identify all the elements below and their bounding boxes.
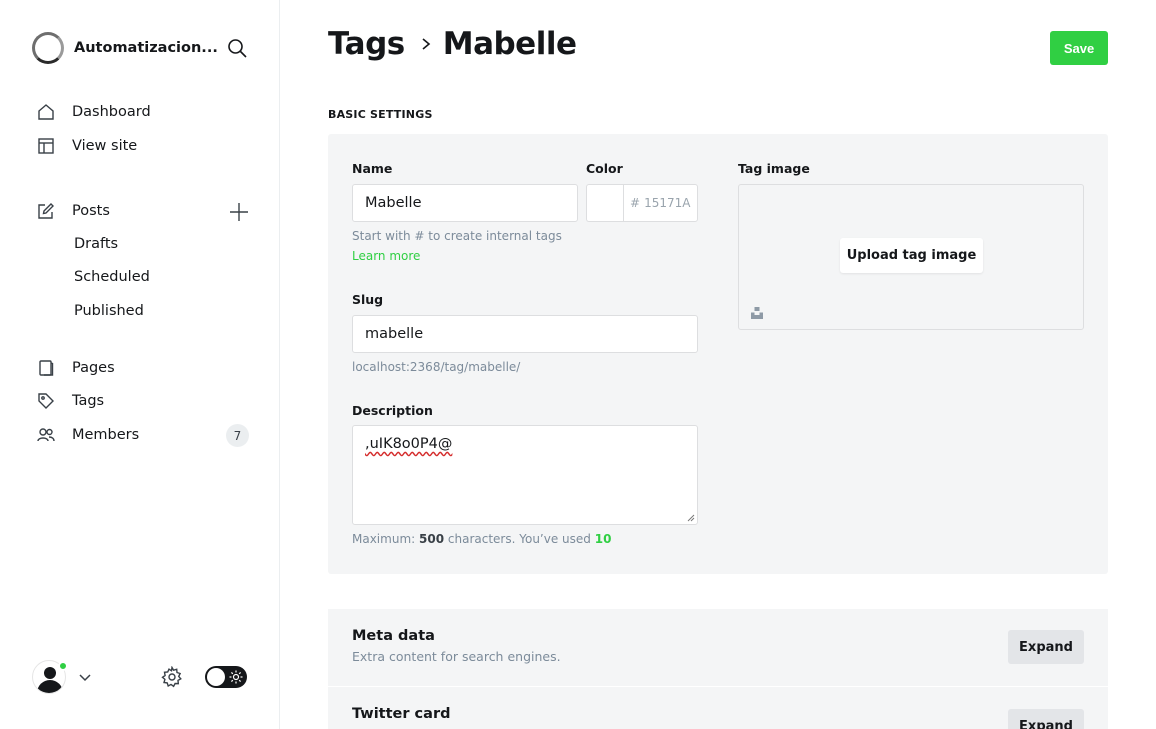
nav-scheduled[interactable]: Scheduled <box>74 269 150 285</box>
nav-tags[interactable]: Tags <box>36 391 104 411</box>
breadcrumb-current: Mabelle <box>442 26 577 62</box>
save-button[interactable]: Save <box>1050 31 1108 65</box>
chevron-down-icon <box>79 674 91 682</box>
desc-hint-max: 500 <box>419 532 445 546</box>
color-input[interactable]: # 15171A <box>623 184 698 222</box>
toggle-knob <box>207 668 225 686</box>
tag-image-dropzone[interactable]: Upload tag image <box>738 184 1084 330</box>
nav-members-label: Members <box>72 427 140 443</box>
name-hint: Start with # to create internal tags <box>352 229 562 243</box>
nav-view-site[interactable]: View site <box>36 136 137 156</box>
nav-pages[interactable]: Pages <box>36 358 115 378</box>
nav-view-site-label: View site <box>72 138 138 154</box>
members-icon <box>36 425 56 445</box>
meta-data-subtitle: Extra content for search engines. <box>352 649 561 664</box>
meta-data-title: Meta data <box>352 628 435 644</box>
nav-posts[interactable]: Posts <box>36 201 110 221</box>
tag-image-label: Tag image <box>738 161 810 176</box>
learn-more-link[interactable]: Learn more <box>352 249 420 263</box>
name-label: Name <box>352 161 393 176</box>
dark-mode-toggle[interactable] <box>205 666 247 688</box>
slug-input[interactable]: mabelle <box>352 315 698 353</box>
page-title: Tags Mabelle <box>328 26 577 62</box>
description-hint: Maximum: 500 characters. You’ve used 10 <box>352 532 611 546</box>
site-brand[interactable]: Automatizacion... <box>32 32 218 64</box>
twitter-card-title: Twitter card <box>352 706 451 722</box>
home-icon <box>36 102 56 122</box>
desc-hint-prefix: Maximum: <box>352 532 416 546</box>
nav-pages-label: Pages <box>72 360 115 376</box>
tag-icon <box>36 391 56 411</box>
color-label: Color <box>586 161 623 176</box>
color-swatch[interactable] <box>586 184 624 222</box>
color-hash: # <box>630 196 641 210</box>
slug-label: Slug <box>352 292 384 307</box>
sun-icon <box>229 670 243 684</box>
edit-icon <box>36 201 56 221</box>
main-content: Tags Mabelle Save BASIC SETTINGS Name Ma… <box>280 0 1156 729</box>
site-name: Automatizacion... <box>74 40 218 56</box>
search-icon[interactable] <box>226 37 248 59</box>
page-icon <box>36 358 56 378</box>
nav-tags-label: Tags <box>72 393 105 409</box>
slug-url-hint: localhost:2368/tag/mabelle/ <box>352 360 521 374</box>
online-status-dot <box>58 661 68 671</box>
description-text: ,uIK8o0P4@ <box>365 436 453 452</box>
layout-icon <box>36 136 56 156</box>
desc-hint-mid: characters. You’ve used <box>447 532 591 546</box>
site-logo <box>32 32 64 64</box>
sidebar: Automatizacion... Dashboard View site Po… <box>0 0 280 729</box>
nav-posts-label: Posts <box>72 203 110 219</box>
twitter-card-card: Twitter card Expand <box>328 687 1108 729</box>
name-input[interactable]: Mabelle <box>352 184 578 222</box>
section-title-basic-settings: BASIC SETTINGS <box>328 108 433 121</box>
gear-icon[interactable] <box>161 666 183 688</box>
breadcrumb-tags[interactable]: Tags <box>328 26 405 62</box>
new-post-plus-icon[interactable] <box>228 201 250 223</box>
desc-hint-used: 10 <box>594 532 612 546</box>
description-textarea[interactable]: ,uIK8o0P4@ <box>352 425 698 525</box>
color-placeholder: 15171A <box>644 196 691 210</box>
description-label: Description <box>352 403 433 418</box>
nav-dashboard[interactable]: Dashboard <box>36 102 151 122</box>
chevron-right-icon <box>422 38 430 50</box>
unsplash-icon[interactable] <box>750 306 764 320</box>
basic-settings-panel: Name Mabelle Start with # to create inte… <box>328 134 1108 574</box>
upload-tag-image-button[interactable]: Upload tag image <box>840 238 983 273</box>
nav-published[interactable]: Published <box>74 303 144 319</box>
meta-data-expand-button[interactable]: Expand <box>1008 630 1084 664</box>
twitter-card-expand-button[interactable]: Expand <box>1008 709 1084 729</box>
members-count-badge: 7 <box>226 424 249 447</box>
nav-drafts[interactable]: Drafts <box>74 236 118 252</box>
resize-handle-icon[interactable] <box>687 514 695 522</box>
meta-data-card: Meta data Extra content for search engin… <box>328 609 1108 686</box>
nav-dashboard-label: Dashboard <box>72 104 151 120</box>
nav-members[interactable]: Members <box>36 425 139 445</box>
